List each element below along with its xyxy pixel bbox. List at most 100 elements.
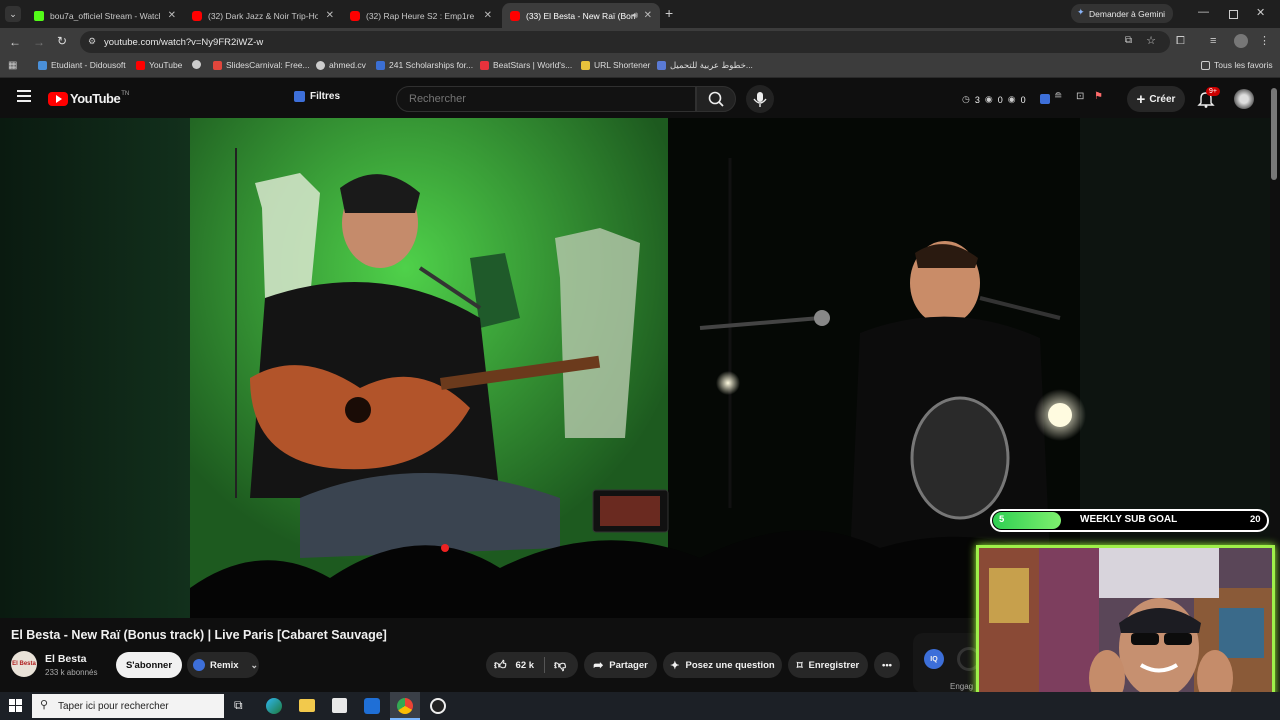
minimize-icon[interactable]: — (1198, 6, 1209, 18)
menu-kebab-icon[interactable]: ⋮ (1259, 34, 1270, 47)
channel-name[interactable]: El Besta (45, 653, 86, 665)
bookmark-label: 241 Scholarships for... (389, 60, 474, 70)
remix-button[interactable]: Remix ⌄ (187, 652, 259, 678)
edge-icon[interactable] (266, 698, 282, 714)
bookmark-slidescarnival[interactable]: SlidesCarnival: Free... (213, 60, 310, 70)
all-bookmarks[interactable]: Tous les favoris (1201, 60, 1273, 70)
bookmark-star-icon[interactable]: ☆ (1146, 34, 1156, 47)
more-actions-button[interactable]: ••• (874, 652, 900, 678)
save-button[interactable]: ⌑ Enregistrer (788, 652, 868, 678)
channel-avatar-text: El Besta (12, 661, 36, 667)
close-icon[interactable]: ✕ (644, 10, 652, 21)
close-icon[interactable]: ✕ (484, 10, 492, 21)
store-icon[interactable] (332, 698, 347, 713)
youtube-favicon-icon (350, 10, 360, 21)
notifications-button[interactable]: 9+ (1197, 87, 1220, 113)
mail-icon[interactable] (364, 698, 380, 714)
gemini-label: Demander à Gemini (1089, 8, 1166, 19)
search-button[interactable] (696, 86, 736, 112)
file-explorer-icon[interactable] (299, 699, 315, 712)
bookmark-arabic-fonts[interactable]: خطوط عربية للتحميل... (657, 60, 753, 71)
bookmark-globe[interactable] (192, 60, 205, 69)
filters-button[interactable]: Filtres (294, 91, 340, 102)
translate-icon[interactable]: ⊡ (1076, 91, 1084, 102)
subscribe-button[interactable]: S'abonner (116, 652, 182, 678)
site-info-icon[interactable]: ⚙ (88, 36, 96, 47)
browser-toolbar: ← → ↻ ⚙ youtube.com/watch?v=Ny9FR2iWZ-w … (0, 28, 1280, 56)
create-button[interactable]: + Créer (1127, 86, 1185, 112)
task-view-icon[interactable]: ⧉ (234, 698, 243, 713)
engagement-label: Engag (950, 682, 974, 691)
extensions-icon[interactable]: ⧠ (1176, 35, 1185, 48)
share-icon: ➦ (593, 658, 604, 672)
search-input[interactable] (396, 86, 696, 112)
goal-current: 5 (999, 514, 1005, 525)
tab-title: (32) Rap Heure S2 : Emp1re - Vi (366, 10, 476, 21)
taskbar-search-box[interactable]: ⚲ Taper ici pour rechercher (32, 694, 224, 718)
bookmark-scholarships[interactable]: 241 Scholarships for... (376, 60, 473, 70)
ask-question-button[interactable]: ✦ Posez une question (663, 652, 782, 678)
tab-kick-stream[interactable]: bou7a_officiel Stream - Watch Li ✕ (26, 3, 184, 28)
maximize-icon[interactable] (1229, 10, 1238, 19)
close-icon[interactable]: ✕ (168, 10, 176, 21)
obs-icon[interactable] (430, 698, 446, 714)
tab-dark-jazz[interactable]: (32) Dark Jazz & Noir Trip-Hop ✕ (184, 3, 342, 28)
iq-extension-icon[interactable] (1040, 94, 1050, 104)
divider (544, 657, 546, 673)
country-code: TN (121, 90, 130, 97)
new-tab-button[interactable]: + (665, 5, 673, 21)
tab-rap-heure[interactable]: (32) Rap Heure S2 : Emp1re - Vi ✕ (342, 3, 500, 28)
channel-avatar[interactable]: El Besta (11, 651, 37, 677)
media-controls-icon[interactable]: ≡ (1210, 35, 1216, 47)
page-scrollbar[interactable] (1271, 88, 1277, 180)
bookmark-url-shortener[interactable]: URL Shortener (581, 60, 650, 70)
tab-title: (32) Dark Jazz & Noir Trip-Hop (208, 10, 318, 21)
youtube-favicon-icon (510, 10, 520, 21)
gemini-button[interactable]: ✦ Demander à Gemini (1071, 4, 1173, 23)
tab-search-button[interactable]: ⌄ (5, 6, 21, 22)
windows-start-icon[interactable] (9, 699, 22, 712)
like-dislike-group: 👍︎ 62 k 👎︎ (486, 652, 578, 678)
close-icon[interactable]: ✕ (326, 10, 334, 21)
youtube-logo[interactable]: YouTube TN (48, 91, 129, 106)
share-button[interactable]: ➦ Partager (584, 652, 657, 678)
taskbar-search-placeholder: Taper ici pour rechercher (58, 700, 169, 712)
apps-grid-icon[interactable]: ▦ (8, 60, 17, 71)
bookmark-didousoft[interactable]: Etudiant - Didousoft (38, 60, 126, 70)
speaker-icon[interactable]: 🔊︎ (632, 10, 638, 21)
forward-icon[interactable]: → (33, 35, 45, 49)
back-icon[interactable]: ← (9, 35, 21, 49)
bookmark-beatstars[interactable]: BeatStars | World's... (480, 60, 572, 70)
logo-text: YouTube (70, 91, 121, 106)
folder-icon (581, 60, 590, 70)
account-avatar[interactable] (1234, 89, 1254, 109)
dislike-icon[interactable]: 👎︎ (554, 658, 566, 673)
window-close-icon[interactable]: ✕ (1256, 6, 1265, 19)
voice-search-button[interactable] (746, 85, 774, 113)
goal-target: 20 (1250, 514, 1261, 525)
install-icon[interactable]: ⧉ (1125, 35, 1132, 46)
chevron-down-icon[interactable]: ⌄ (251, 660, 259, 671)
like-icon[interactable]: 👍︎ (494, 658, 507, 673)
folder-icon (1201, 60, 1210, 70)
more-horizontal-icon: ••• (882, 659, 892, 671)
tab-el-besta[interactable]: (33) El Besta - New Raï (Bon 🔊︎ ✕ (502, 3, 660, 28)
bookmark-ahmed-cv[interactable]: ahmed.cv (316, 60, 366, 70)
video-frame (0, 118, 1270, 618)
bookmark-youtube[interactable]: YouTube (136, 60, 182, 70)
notification-badge: 9+ (1206, 87, 1220, 96)
microphone-icon (753, 92, 767, 107)
bookmark-label: YouTube (149, 60, 183, 70)
video-player[interactable] (0, 118, 1270, 618)
hamburger-menu-icon[interactable] (17, 90, 31, 102)
address-bar[interactable]: ⚙ youtube.com/watch?v=Ny9FR2iWZ-w ⧉ ☆ (80, 31, 1170, 53)
iq-extension-icon[interactable]: IQ (924, 649, 944, 669)
tab-title: bou7a_officiel Stream - Watch Li (50, 10, 160, 21)
create-label: Créer (1149, 93, 1176, 105)
profile-avatar[interactable] (1234, 34, 1248, 48)
chrome-taskbar-button[interactable] (390, 692, 420, 720)
alert-extension-icon[interactable]: ⚑ (1094, 91, 1103, 102)
url-text: youtube.com/watch?v=Ny9FR2iWZ-w (104, 36, 264, 48)
reload-icon[interactable]: ↻ (57, 34, 67, 48)
list-icon[interactable]: ≘ (1054, 91, 1062, 102)
